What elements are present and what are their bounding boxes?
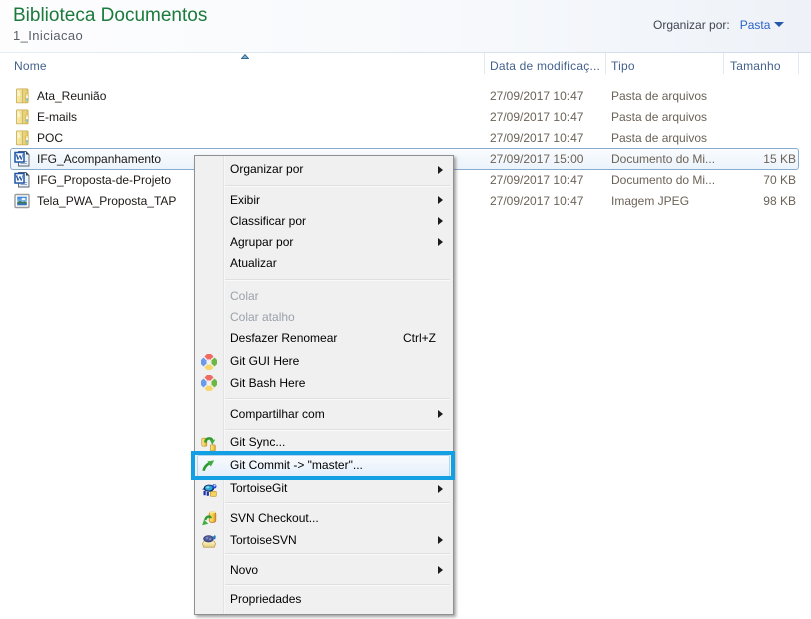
- svg-text:W: W: [15, 173, 24, 183]
- svg-text:W: W: [15, 152, 24, 162]
